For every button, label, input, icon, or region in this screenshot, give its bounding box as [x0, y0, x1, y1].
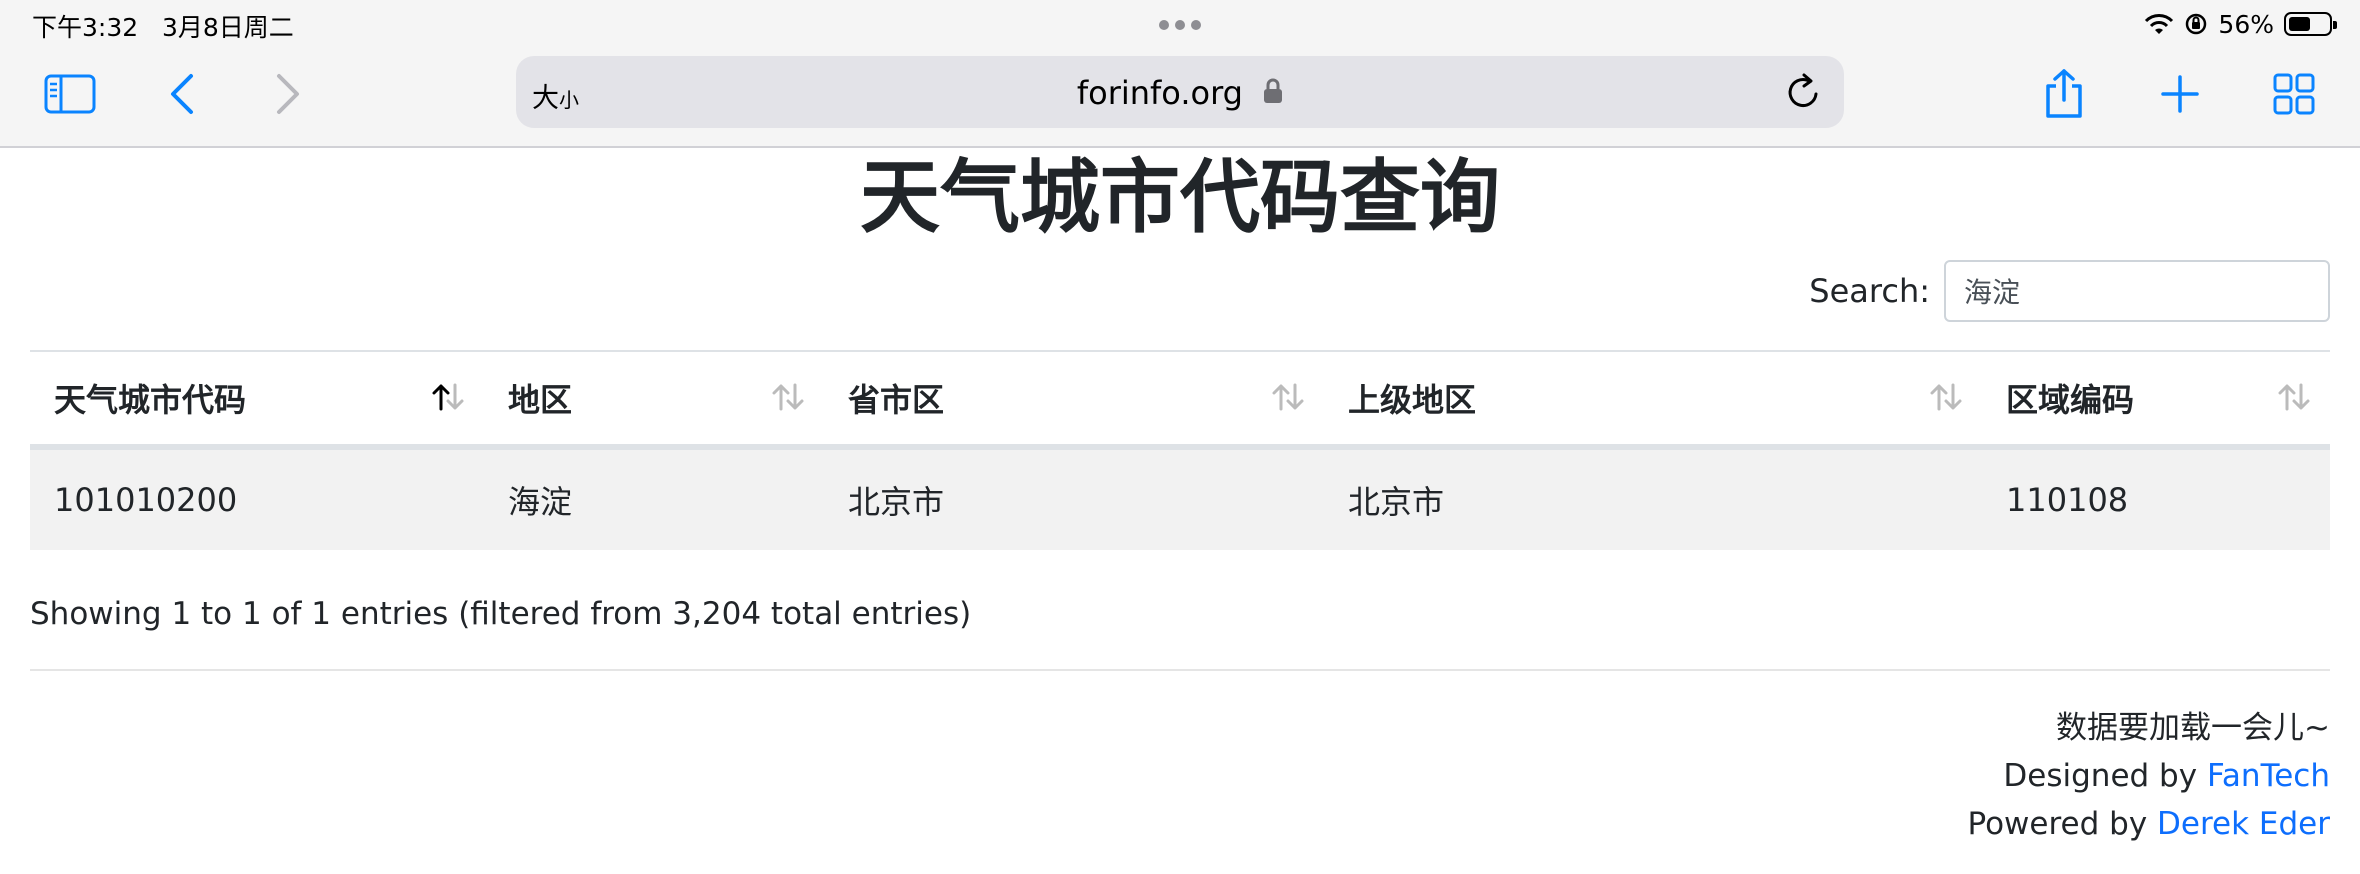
search-box: Search:	[1809, 260, 2330, 322]
table-info: Showing 1 to 1 of 1 entries (filtered fr…	[30, 596, 972, 632]
chevron-right-icon	[277, 74, 299, 114]
status-bar: 下午3:32 3月8日周二 56%	[0, 0, 2360, 48]
sort-icon	[1272, 383, 1304, 411]
sidebar-icon	[44, 74, 96, 114]
table-body: 101010200 海淀 北京市 北京市 110108	[30, 450, 2330, 550]
sort-icon	[772, 383, 804, 411]
reload-icon[interactable]	[1784, 72, 1824, 112]
column-header-province[interactable]: 省市区	[824, 352, 1324, 444]
status-time-clock: 下午3:32	[32, 13, 139, 42]
tabs-grid-icon	[2273, 73, 2315, 115]
fantech-link[interactable]: FanTech	[2207, 758, 2330, 794]
multitasking-dots-icon[interactable]	[1159, 20, 1201, 30]
plus-icon	[2161, 75, 2199, 113]
share-icon	[2046, 69, 2082, 118]
cell-region: 海淀	[508, 483, 573, 521]
sidebar-toggle-button[interactable]	[38, 62, 102, 126]
footer-designed: Designed by FanTech	[1968, 752, 2330, 800]
powered-prefix: Powered by	[1967, 806, 2158, 842]
back-button[interactable]	[150, 62, 214, 126]
orientation-lock-icon	[2186, 13, 2207, 35]
battery-percent: 56%	[2218, 9, 2274, 39]
table-header-row: 天气城市代码 地区 省市区 上级地区 区域编码	[30, 352, 2330, 450]
share-button[interactable]	[2032, 62, 2096, 126]
sort-icon	[2278, 383, 2310, 411]
status-time: 下午3:32 3月8日周二	[32, 8, 294, 44]
forward-button[interactable]	[256, 62, 320, 126]
divider	[30, 669, 2330, 671]
derek-eder-link[interactable]: Derek Eder	[2157, 806, 2330, 842]
new-tab-button[interactable]	[2148, 62, 2212, 126]
column-header-area-code[interactable]: 区域编码	[1982, 352, 2330, 444]
chevron-left-icon	[171, 74, 193, 114]
column-header-label: 省市区	[848, 381, 945, 419]
search-label: Search:	[1809, 272, 1930, 310]
url-field[interactable]: forinfo.org	[516, 74, 1844, 112]
designed-prefix: Designed by	[2003, 758, 2207, 794]
lock-icon	[1264, 78, 1283, 103]
column-header-city-code[interactable]: 天气城市代码	[30, 352, 484, 444]
cell-parent-region: 北京市	[1348, 483, 1445, 521]
tab-overview-button[interactable]	[2262, 62, 2326, 126]
page-title: 天气城市代码查询	[860, 151, 1500, 244]
sort-ascending-icon	[432, 383, 464, 411]
column-header-label: 天气城市代码	[54, 381, 247, 419]
footer-powered: Powered by Derek Eder	[1968, 800, 2331, 848]
cell-area-code: 110108	[2006, 481, 2129, 519]
results-table: 天气城市代码 地区 省市区 上级地区 区域编码 101010200 海淀 北京市…	[30, 350, 2330, 550]
column-header-label: 区域编码	[2006, 381, 2135, 419]
search-input[interactable]	[1944, 260, 2330, 322]
footer-note: 数据要加载一会儿~	[2056, 710, 2330, 746]
column-header-label: 上级地区	[1348, 381, 1477, 419]
url-text: forinfo.org	[1076, 74, 1243, 112]
sort-icon	[1930, 383, 1962, 411]
status-date: 3月8日周二	[161, 13, 294, 42]
cell-province: 北京市	[848, 483, 945, 521]
wifi-icon	[2145, 14, 2174, 34]
table-row[interactable]: 101010200 海淀 北京市 北京市 110108	[30, 450, 2330, 550]
column-header-parent-region[interactable]: 上级地区	[1324, 352, 1982, 444]
cell-city-code: 101010200	[54, 481, 238, 519]
column-header-label: 地区	[508, 381, 573, 419]
address-bar[interactable]: 大小 forinfo.org	[516, 56, 1844, 128]
status-indicators: 56%	[2144, 9, 2337, 39]
battery-icon	[2284, 12, 2337, 36]
column-header-region[interactable]: 地区	[484, 352, 824, 444]
footer: 数据要加载一会儿~ Designed by FanTech Powered by…	[1968, 704, 2331, 848]
browser-toolbar: 大小 forinfo.org	[0, 48, 2360, 148]
